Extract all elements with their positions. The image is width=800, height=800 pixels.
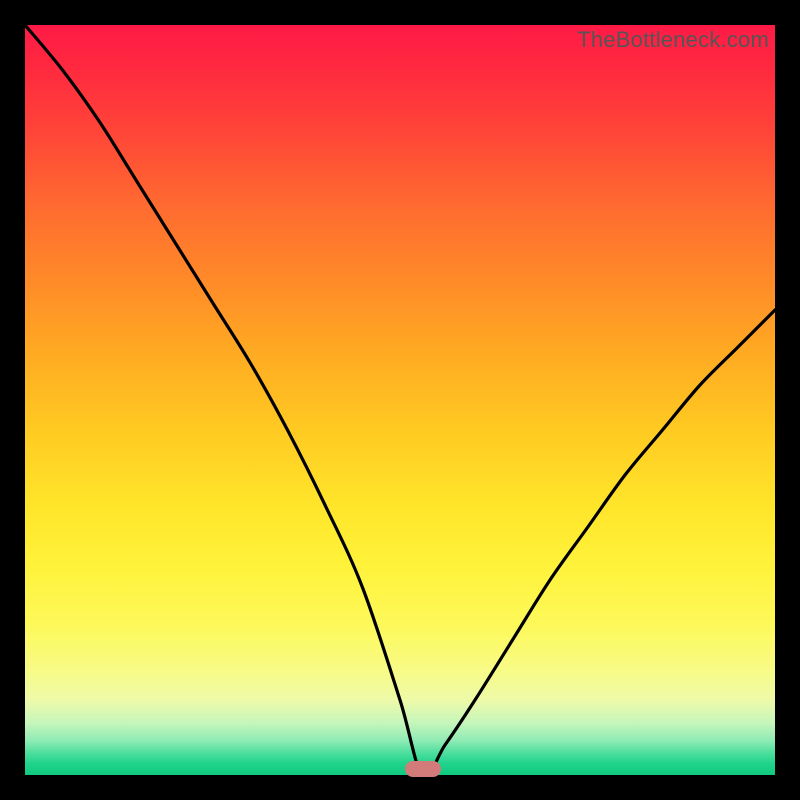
optimal-marker bbox=[405, 761, 441, 777]
curve-path bbox=[25, 25, 775, 775]
chart-frame: TheBottleneck.com bbox=[0, 0, 800, 800]
plot-area: TheBottleneck.com bbox=[25, 25, 775, 775]
bottleneck-curve bbox=[25, 25, 775, 775]
